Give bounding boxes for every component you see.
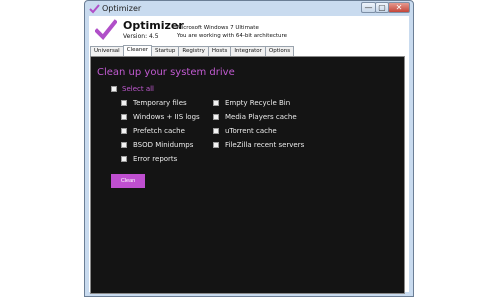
logo-checkmark-icon: [95, 19, 117, 40]
option-bsod-minidumps[interactable]: BSOD Minidumps: [121, 141, 193, 149]
option-label: Media Players cache: [225, 113, 297, 121]
client-area: Optimizer Version: 4.5 Microsoft Windows…: [89, 16, 409, 294]
app-version: Version: 4.5: [123, 33, 159, 40]
option-label: BSOD Minidumps: [133, 141, 194, 149]
option-label: Empty Recycle Bin: [225, 99, 291, 107]
tab-integrator[interactable]: Integrator: [230, 46, 266, 56]
os-info: Microsoft Windows 7 Ultimate: [177, 25, 259, 31]
checkbox[interactable]: [121, 100, 127, 106]
option-error-reports[interactable]: Error reports: [121, 155, 177, 163]
tab-startup[interactable]: Startup: [150, 46, 180, 56]
option-filezilla-recent-servers[interactable]: FileZilla recent servers: [213, 141, 304, 149]
checkbox[interactable]: [121, 156, 127, 162]
select-all-checkbox[interactable]: Select all: [111, 85, 154, 93]
option-media-players-cache[interactable]: Media Players cache: [213, 113, 297, 121]
checkbox[interactable]: [121, 142, 127, 148]
option-label: Temporary files: [133, 99, 187, 107]
window-title: Optimizer: [102, 4, 142, 13]
architecture-info: You are working with 64-bit architecture: [177, 33, 288, 39]
checkbox[interactable]: [121, 128, 127, 134]
maximize-button[interactable]: ▢: [375, 2, 389, 13]
option-utorrent-cache[interactable]: uTorrent cache: [213, 127, 277, 135]
cleaner-heading: Clean up your system drive: [97, 67, 235, 78]
option-label: Prefetch cache: [133, 127, 185, 135]
checkbox[interactable]: [213, 142, 219, 148]
tab-registry[interactable]: Registry: [178, 46, 209, 56]
app-window: Optimizer — ▢ ✕ Optimizer Version: 4.5 M…: [84, 0, 414, 297]
app-header: Optimizer Version: 4.5 Microsoft Windows…: [89, 16, 409, 44]
cleaner-panel: Clean up your system drive Select all Te…: [90, 56, 405, 294]
option-empty-recycle-bin[interactable]: Empty Recycle Bin: [213, 99, 290, 107]
option-temporary-files[interactable]: Temporary files: [121, 99, 187, 107]
title-bar[interactable]: Optimizer — ▢ ✕: [85, 1, 413, 16]
checkbox[interactable]: [213, 128, 219, 134]
checkbox[interactable]: [213, 114, 219, 120]
checkbox[interactable]: [213, 100, 219, 106]
app-name: Optimizer: [123, 19, 184, 32]
tab-cleaner[interactable]: Cleaner: [122, 45, 152, 56]
minimize-button[interactable]: —: [361, 2, 376, 13]
select-all-label: Select all: [122, 85, 154, 93]
app-checkmark-icon: [89, 4, 100, 14]
option-label: FileZilla recent servers: [225, 141, 305, 149]
checkbox[interactable]: [121, 114, 127, 120]
checkbox[interactable]: [111, 86, 117, 92]
close-button[interactable]: ✕: [388, 2, 410, 13]
tab-strip: Universal Cleaner Startup Registry Hosts…: [90, 45, 295, 56]
tab-options[interactable]: Options: [264, 46, 295, 56]
tab-hosts[interactable]: Hosts: [207, 46, 232, 56]
option-prefetch-cache[interactable]: Prefetch cache: [121, 127, 185, 135]
option-windows-iis-logs[interactable]: Windows + IIS logs: [121, 113, 200, 121]
tab-universal[interactable]: Universal: [90, 46, 124, 56]
option-label: Error reports: [133, 155, 178, 163]
option-label: uTorrent cache: [225, 127, 277, 135]
option-label: Windows + IIS logs: [133, 113, 200, 121]
clean-button[interactable]: Clean: [111, 174, 145, 188]
